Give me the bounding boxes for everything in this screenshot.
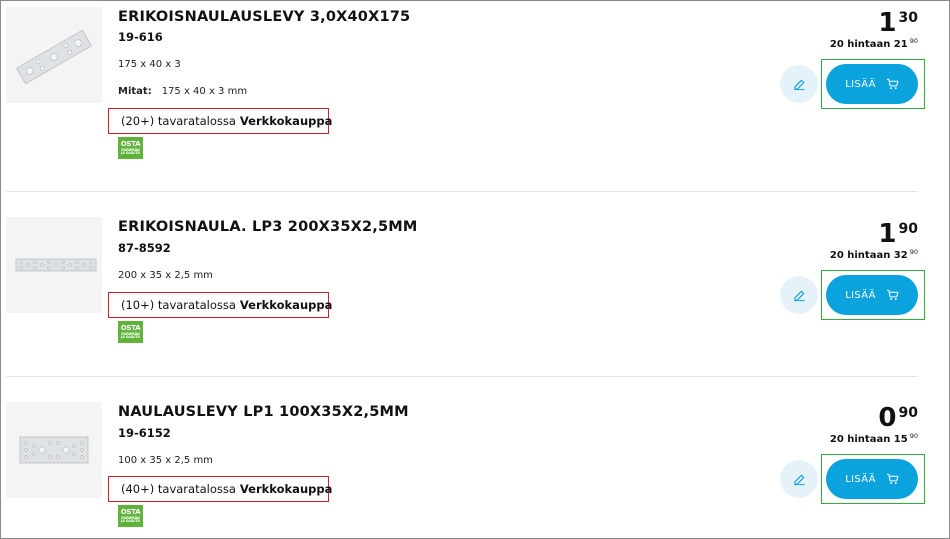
add-to-cart-highlight: LISÄÄ xyxy=(821,59,925,109)
add-to-cart-button[interactable]: LISÄÄ xyxy=(826,64,918,104)
plate-image xyxy=(15,258,97,272)
price-decimals: 90 xyxy=(898,405,918,421)
cart-icon xyxy=(886,78,899,90)
product-title[interactable]: NAULAUSLEVY LP1 100X35X2,5MM xyxy=(118,404,409,420)
product-measures: Mitat: 175 x 40 x 3 mm xyxy=(118,86,247,97)
product-image[interactable] xyxy=(6,402,102,498)
product-image[interactable] xyxy=(6,7,102,103)
stock-status: (20+) tavaratalossa Verkkokauppa xyxy=(108,108,333,134)
add-to-cart-highlight: LISÄÄ xyxy=(821,454,925,504)
product-dimensions: 100 x 35 x 2,5 mm xyxy=(118,455,213,466)
stock-count: (20+) tavaratalossa xyxy=(121,114,236,128)
cart-icon xyxy=(886,289,899,301)
product-title[interactable]: ERIKOISNAULA. LP3 200X35X2,5MM xyxy=(118,219,418,235)
bulk-price: 20 hintaan 15 90 xyxy=(829,432,918,445)
product-image[interactable] xyxy=(6,217,102,313)
product-sku: 19-6152 xyxy=(118,426,171,440)
product-title[interactable]: ERIKOISNAULAUSLEVY 3,0X40X175 xyxy=(118,9,410,25)
edit-icon xyxy=(793,290,805,301)
osta-enemman-badge: OSTA ENEMMÄN JA SÄÄSTÄ xyxy=(118,505,143,527)
price-decimals: 90 xyxy=(898,221,918,237)
edit-button[interactable] xyxy=(780,276,818,314)
price-decimals: 30 xyxy=(898,10,918,26)
stock-location: Verkkokauppa xyxy=(239,114,333,128)
osta-enemman-badge: OSTA ENEMMÄN JA SÄÄSTÄ xyxy=(118,321,143,343)
edit-button[interactable] xyxy=(780,460,818,498)
price-integer: 1 xyxy=(878,219,897,249)
edit-icon xyxy=(793,79,805,90)
add-to-cart-label: LISÄÄ xyxy=(845,78,876,90)
plate-image xyxy=(19,436,89,464)
stock-status: (10+) tavaratalossa Verkkokauppa xyxy=(108,292,333,318)
edit-icon xyxy=(793,474,805,485)
row-divider xyxy=(6,191,918,192)
add-to-cart-label: LISÄÄ xyxy=(845,289,876,301)
edit-button[interactable] xyxy=(780,65,818,103)
stock-status: (40+) tavaratalossa Verkkokauppa xyxy=(108,476,333,502)
price-integer: 0 xyxy=(878,403,897,433)
add-to-cart-button[interactable]: LISÄÄ xyxy=(826,459,918,499)
stock-location: Verkkokauppa xyxy=(239,298,333,312)
plate-image xyxy=(16,30,92,84)
osta-enemman-badge: OSTA ENEMMÄN JA SÄÄSTÄ xyxy=(118,137,143,159)
cart-icon xyxy=(886,473,899,485)
measures-label: Mitat: xyxy=(118,86,152,97)
stock-count: (10+) tavaratalossa xyxy=(121,298,236,312)
add-to-cart-button[interactable]: LISÄÄ xyxy=(826,275,918,315)
bulk-price: 20 hintaan 21 90 xyxy=(829,37,918,50)
product-price: 0 90 xyxy=(878,405,918,431)
product-price: 1 90 xyxy=(878,221,918,247)
stock-count: (40+) tavaratalossa xyxy=(121,482,236,496)
add-to-cart-label: LISÄÄ xyxy=(845,473,876,485)
measures-value: 175 x 40 x 3 mm xyxy=(161,86,248,97)
stock-location: Verkkokauppa xyxy=(239,482,333,496)
row-divider xyxy=(6,376,918,377)
product-sku: 19-616 xyxy=(118,30,163,44)
price-integer: 1 xyxy=(878,8,897,38)
product-dimensions: 175 x 40 x 3 xyxy=(118,59,181,70)
bulk-price: 20 hintaan 32 90 xyxy=(829,248,918,261)
product-price: 1 30 xyxy=(878,10,918,36)
product-sku: 87-8592 xyxy=(118,241,171,255)
add-to-cart-highlight: LISÄÄ xyxy=(821,270,925,320)
product-dimensions: 200 x 35 x 2,5 mm xyxy=(118,270,213,281)
